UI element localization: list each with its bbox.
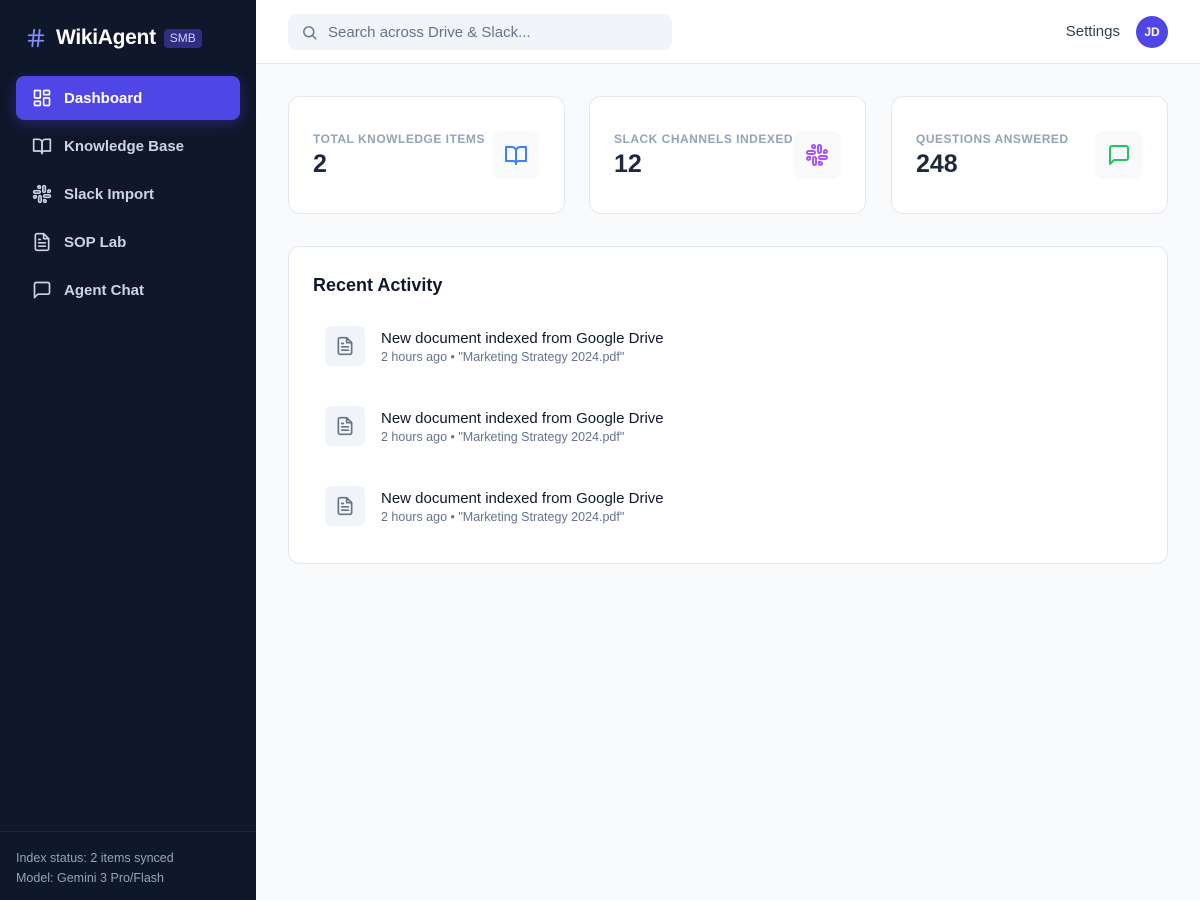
plan-badge: SMB (163, 28, 202, 48)
document-icon (325, 326, 365, 366)
book-icon (492, 131, 540, 179)
activity-meta: 2 hours ago • "Marketing Strategy 2024.p… (381, 350, 625, 364)
book-icon (32, 136, 52, 156)
section-title: Recent Activity (313, 275, 443, 295)
slack-icon (793, 131, 841, 179)
brand[interactable]: WikiAgent SMB (24, 24, 202, 52)
dashboard-icon (32, 88, 52, 108)
document-icon (325, 486, 365, 526)
stat-card-slack-channels: Slack Channels Indexed 12 (589, 96, 866, 214)
chat-icon (1095, 131, 1143, 179)
stat-value: 2 (313, 150, 327, 178)
sidebar-item-label: Agent Chat (64, 281, 144, 299)
sidebar-item-sop-lab[interactable]: SOP Lab (16, 220, 240, 264)
stat-card-knowledge-items: Total Knowledge Items 2 (288, 96, 565, 214)
top-header: Settings JD (256, 0, 1200, 64)
stat-label: Total Knowledge Items (313, 132, 485, 146)
list-item[interactable]: New document indexed from Google Drive 2… (325, 486, 1145, 566)
activity-list: New document indexed from Google Drive 2… (325, 326, 1145, 566)
sidebar-item-dashboard[interactable]: Dashboard (16, 76, 240, 120)
sidebar-item-knowledge-base[interactable]: Knowledge Base (16, 124, 240, 168)
list-item[interactable]: New document indexed from Google Drive 2… (325, 406, 1145, 486)
sidebar-nav: Dashboard Knowledge Base Slack Import SO… (16, 76, 240, 316)
activity-text: New document indexed from Google Drive (381, 490, 664, 507)
list-item[interactable]: New document indexed from Google Drive 2… (325, 326, 1145, 406)
sidebar-item-label: Dashboard (64, 89, 143, 107)
avatar[interactable]: JD (1136, 16, 1168, 48)
sidebar-item-agent-chat[interactable]: Agent Chat (16, 268, 240, 312)
search-icon (300, 23, 318, 41)
activity-meta: 2 hours ago • "Marketing Strategy 2024.p… (381, 510, 625, 524)
stat-label: Slack Channels Indexed (614, 132, 794, 146)
sidebar: WikiAgent SMB Dashboard Knowledge Base S… (0, 0, 256, 900)
hash-icon (24, 26, 48, 50)
search-bar[interactable] (288, 14, 672, 50)
stat-value: 12 (614, 150, 642, 178)
document-icon (325, 406, 365, 446)
sidebar-item-label: Slack Import (64, 185, 155, 203)
brand-name: WikiAgent (56, 26, 156, 49)
document-icon (32, 232, 52, 252)
stat-text: Slack Channels Indexed 12 (614, 97, 794, 213)
search-input[interactable] (328, 23, 648, 41)
stat-text: Questions Answered 248 (916, 97, 1096, 213)
slack-icon (32, 184, 52, 204)
activity-text: New document indexed from Google Drive (381, 330, 664, 347)
settings-link[interactable]: Settings (1066, 22, 1120, 42)
sidebar-item-label: SOP Lab (64, 233, 127, 251)
activity-text: New document indexed from Google Drive (381, 410, 664, 427)
sidebar-footer: Index status: 2 items synced Model: Gemi… (0, 831, 256, 900)
stat-value: 248 (916, 150, 958, 178)
model-info: Model: Gemini 3 Pro/Flash (16, 871, 164, 885)
stat-label: Questions Answered (916, 132, 1069, 146)
index-status: Index status: 2 items synced (16, 851, 174, 865)
stat-text: Total Knowledge Items 2 (313, 97, 493, 213)
stats-row: Total Knowledge Items 2 Slack Channels I… (288, 96, 1168, 214)
recent-activity-panel: Recent Activity New document indexed fro… (288, 246, 1168, 564)
sidebar-item-slack-import[interactable]: Slack Import (16, 172, 240, 216)
activity-meta: 2 hours ago • "Marketing Strategy 2024.p… (381, 430, 625, 444)
chat-icon (32, 280, 52, 300)
sidebar-item-label: Knowledge Base (64, 137, 185, 155)
stat-card-questions-answered: Questions Answered 248 (891, 96, 1168, 214)
